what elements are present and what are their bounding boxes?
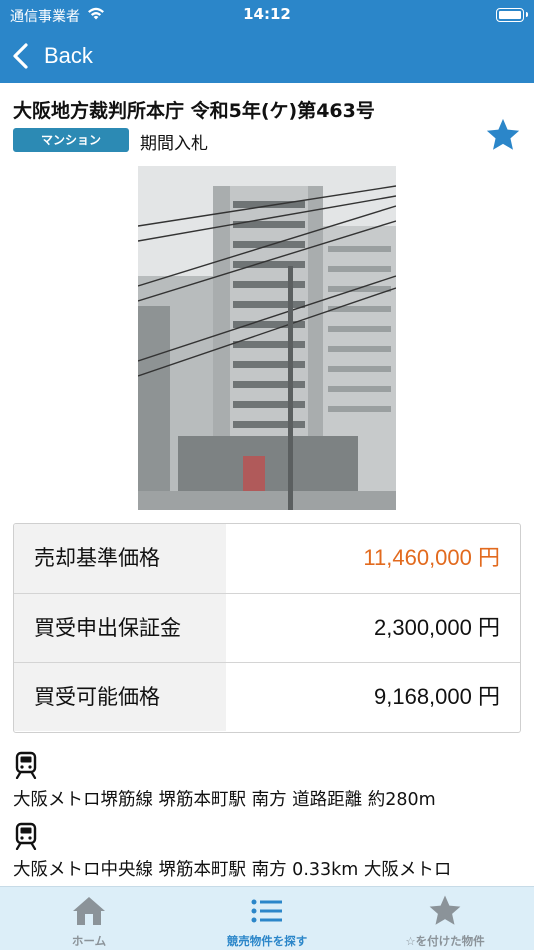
price-row-deposit: 買受申出保証金 2,300,000 円 [14,593,520,662]
price-table: 売却基準価格 11,460,000 円 買受申出保証金 2,300,000 円 … [13,523,521,733]
tab-favorites[interactable]: ☆を付けた物件 [356,887,534,950]
train-icon [15,822,37,850]
train-icon [15,751,37,779]
tab-label: 競売物件を探す [226,934,308,948]
tab-search[interactable]: 競売物件を探す [178,887,356,950]
price-label: 買受申出保証金 [14,594,226,662]
navigation-bar: Back [0,30,534,83]
price-row-base: 売却基準価格 11,460,000 円 [14,524,520,593]
home-icon [73,897,105,925]
tab-label: ホーム [71,934,107,948]
battery-icon [496,8,528,22]
tab-bar: ホーム 競売物件を探す ☆を付けた物件 [0,886,534,950]
list-icon [251,899,282,923]
price-row-minimum: 買受可能価格 9,168,000 円 [14,662,520,731]
bid-type-label: 期間入札 [140,134,208,154]
property-photo[interactable] [138,166,396,510]
price-value: 11,460,000 円 [363,545,500,570]
price-value: 2,300,000 円 [374,615,500,640]
back-label: Back [44,43,93,68]
back-button[interactable]: Back [10,38,93,74]
access-line-1: 大阪メトロ堺筋線 堺筋本町駅 南方 道路距離 約280m [13,790,436,810]
status-bar: 通信事業者 14:12 [0,0,534,30]
clock: 14:12 [243,5,291,23]
property-title: 大阪地方裁判所本庁 令和5年(ケ)第463号 [13,100,375,122]
property-type-badge: マンション [13,128,129,152]
price-value: 9,168,000 円 [374,684,500,709]
building-photo [138,166,396,510]
chevron-left-icon [13,43,28,69]
access-line-2: 大阪メトロ中央線 堺筋本町駅 南方 0.33km 大阪メトロ [13,860,452,880]
tab-label: ☆を付けた物件 [405,934,485,948]
price-label: 売却基準価格 [14,524,226,593]
price-label: 買受可能価格 [14,663,226,731]
tab-home[interactable]: ホーム [0,887,178,950]
favorite-star-icon[interactable] [484,116,522,154]
star-icon [429,895,461,925]
